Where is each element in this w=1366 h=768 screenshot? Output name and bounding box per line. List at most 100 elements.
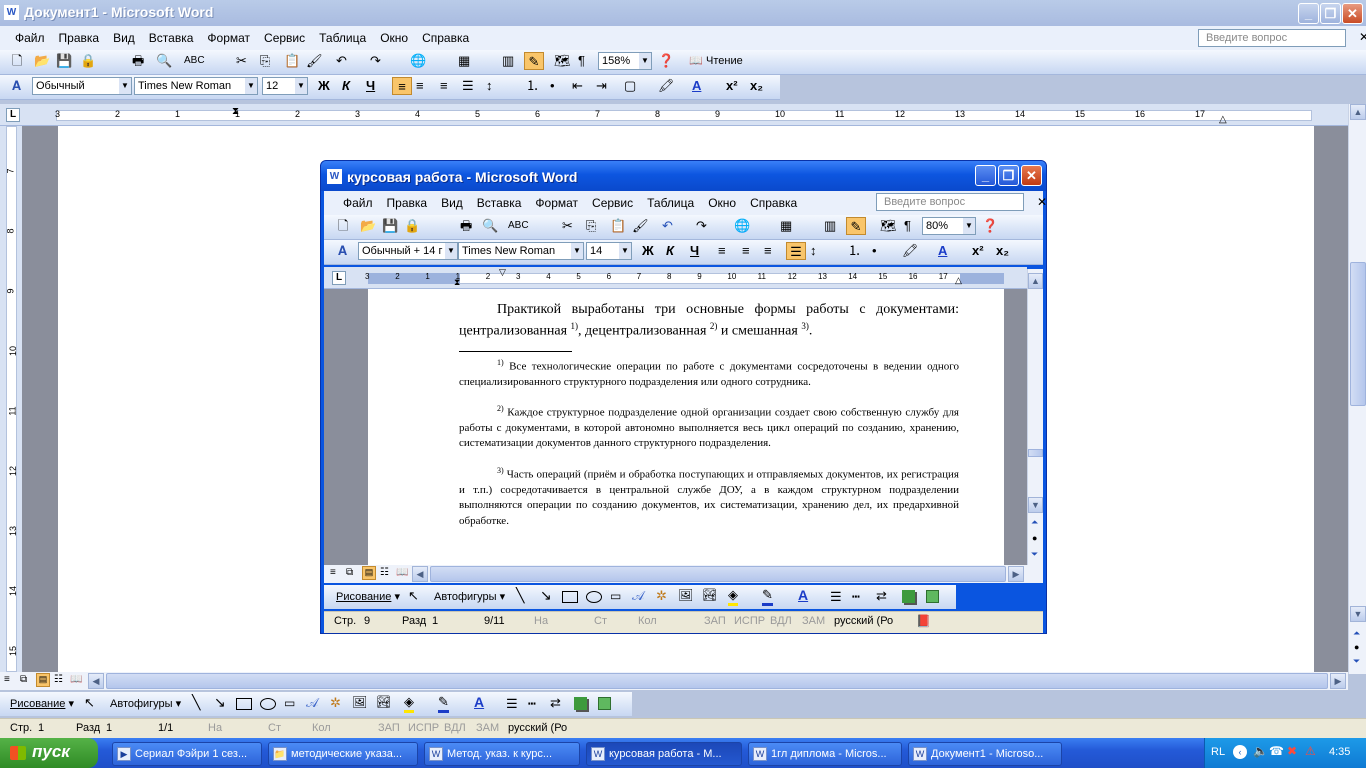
fg-paste-icon[interactable]: 📋: [610, 217, 626, 235]
fg-table-icon[interactable]: ▦: [780, 217, 792, 235]
menu-insert[interactable]: Вставка: [142, 31, 201, 45]
fg-bold-icon[interactable]: Ж: [642, 242, 654, 260]
fg-line-spacing-icon[interactable]: ↕: [810, 242, 817, 260]
oval-icon[interactable]: [260, 698, 276, 710]
bg-close-doc-icon[interactable]: ✕: [1352, 30, 1366, 44]
fg-zoom-select[interactable]: 80% ▼: [922, 217, 976, 235]
menu-help[interactable]: Справка: [415, 31, 476, 45]
undo-icon[interactable]: ↶: [336, 52, 347, 70]
fg-diagram-icon[interactable]: ✲: [656, 588, 667, 604]
task-serial[interactable]: ▶ Сериал Фэйри 1 сез...: [112, 742, 262, 766]
shadow-icon[interactable]: [574, 697, 587, 710]
outdent-icon[interactable]: ⇤: [572, 77, 583, 95]
fg-subscript-icon[interactable]: x₂: [996, 242, 1009, 260]
fg-scroll-down-icon[interactable]: ▼: [1028, 497, 1043, 513]
bullets-icon[interactable]: •: [550, 77, 555, 95]
fg-styles-pane-icon[interactable]: 𝐀: [338, 242, 347, 260]
fg-indent-marker[interactable]: ▽: [499, 267, 506, 278]
fg-line-color-icon[interactable]: ✎: [762, 587, 773, 606]
select-pointer-icon[interactable]: ↖: [84, 695, 95, 711]
normal-view-icon[interactable]: ≡: [4, 674, 10, 685]
menu-edit[interactable]: Правка: [52, 31, 107, 45]
fg-draw-font-color-icon[interactable]: A: [798, 587, 808, 603]
fg-right-indent-marker[interactable]: △: [955, 275, 962, 286]
fg-arrow-icon[interactable]: ↘: [540, 587, 552, 604]
wordart-icon[interactable]: 𝒜: [306, 695, 318, 711]
save-icon[interactable]: 💾: [56, 52, 72, 70]
line-style-icon[interactable]: ☰: [506, 696, 518, 712]
fg-open-icon[interactable]: 📂: [360, 217, 376, 235]
print-view-icon[interactable]: ▤: [36, 673, 50, 687]
task-diploma[interactable]: W 1гл диплома - Micros...: [748, 742, 902, 766]
fg-line-icon[interactable]: ╲: [516, 587, 524, 604]
fg-italic-icon[interactable]: К: [666, 242, 674, 260]
open-icon[interactable]: 📂: [34, 52, 50, 70]
indent-marker[interactable]: ⧗: [232, 106, 239, 117]
paste-icon[interactable]: 📋: [284, 52, 300, 70]
fg-help-icon[interactable]: ❓: [982, 217, 998, 235]
fg-font-color-icon[interactable]: A: [938, 242, 947, 260]
fg-spelling-icon[interactable]: ABC: [508, 217, 529, 235]
fg-size-select[interactable]: 14 ▼: [586, 242, 632, 260]
hyperlink-icon[interactable]: 🌐: [410, 52, 426, 70]
fg-shadow-icon[interactable]: [902, 590, 915, 603]
clipart-icon[interactable]: 🖼: [352, 695, 367, 709]
italic-icon[interactable]: К: [342, 77, 350, 95]
print-icon[interactable]: 🖶: [132, 52, 144, 70]
fg-draw-menu-button[interactable]: Рисование ▾: [336, 590, 400, 603]
spelling-status-icon[interactable]: 📕: [916, 614, 931, 628]
outline-view-icon[interactable]: ☷: [54, 674, 63, 685]
table-icon[interactable]: ▦: [458, 52, 470, 70]
fg-left-indent-marker[interactable]: ⧗: [454, 277, 460, 288]
fg-rectangle-icon[interactable]: [562, 591, 578, 603]
fg-menu-format[interactable]: Формат: [528, 196, 585, 210]
fg-select-pointer-icon[interactable]: ↖: [408, 588, 419, 604]
highlight-icon[interactable]: 🖍: [658, 77, 675, 95]
fg-maximize-button[interactable]: ❐: [998, 165, 1019, 186]
prev-page-icon[interactable]: ⏶: [1353, 628, 1360, 639]
align-right-icon[interactable]: ≡: [440, 77, 448, 95]
fg-copy-icon[interactable]: ⎘: [586, 217, 596, 235]
fg-next-page-icon[interactable]: ⏷: [1031, 549, 1038, 560]
superscript-icon[interactable]: x²: [726, 77, 738, 95]
footnote-ref-3[interactable]: 3): [801, 321, 809, 331]
fg-print-view-icon[interactable]: ▤: [362, 566, 376, 580]
textbox-icon[interactable]: ▭: [284, 696, 295, 710]
fg-highlight-icon[interactable]: 🖍: [902, 242, 919, 260]
drawing-icon[interactable]: ✎: [524, 52, 544, 70]
next-page-icon[interactable]: ⏷: [1353, 656, 1360, 667]
permission-icon[interactable]: 🔒: [80, 52, 96, 70]
fg-underline-icon[interactable]: Ч: [690, 242, 699, 260]
tray-network-icon[interactable]: ☎: [1269, 744, 1284, 758]
fg-undo-icon[interactable]: ↶: [662, 217, 673, 235]
scroll-thumb[interactable]: [1350, 262, 1366, 406]
numbering-icon[interactable]: ⒈: [526, 77, 539, 95]
fg-vertical-scrollbar[interactable]: ▲ ▼ ⏶ ● ⏷: [1027, 269, 1043, 565]
autoshapes-button[interactable]: Автофигуры ▾: [110, 697, 181, 710]
fg-menu-tools[interactable]: Сервис: [585, 196, 640, 210]
reading-view-icon[interactable]: 📖: [70, 674, 82, 685]
format-painter-icon[interactable]: 🖌: [306, 52, 323, 70]
borders-icon[interactable]: ▢: [624, 77, 636, 95]
rectangle-icon[interactable]: [236, 698, 252, 710]
doc-map-icon[interactable]: 🗺: [554, 52, 571, 70]
footnote-ref-1[interactable]: 1): [571, 321, 579, 331]
fg-doc-map-icon[interactable]: 🗺: [880, 217, 897, 235]
fg-ask-question-input[interactable]: Введите вопрос: [876, 193, 1024, 211]
line-color-icon[interactable]: ✎: [438, 694, 449, 713]
task-doc1[interactable]: W Документ1 - Microso...: [908, 742, 1062, 766]
fg-outline-view-icon[interactable]: ☷: [380, 567, 389, 578]
fg-close-doc-icon[interactable]: ✕: [1030, 195, 1054, 209]
redo-icon[interactable]: ↷: [370, 52, 381, 70]
styles-pane-icon[interactable]: 𝐀: [12, 77, 21, 95]
align-center-icon[interactable]: ≡: [416, 77, 424, 95]
preview-icon[interactable]: 🔍: [156, 52, 172, 70]
bg-style-select[interactable]: Обычный ▼: [32, 77, 132, 95]
fg-fill-color-icon[interactable]: ◈: [728, 587, 738, 606]
web-view-icon[interactable]: ⧉: [20, 674, 27, 685]
fg-h-scroll-thumb[interactable]: [430, 566, 1006, 582]
spelling-icon[interactable]: ABC: [184, 52, 205, 70]
fg-format-painter-icon[interactable]: 🖌: [632, 217, 649, 235]
fg-page[interactable]: Практикой выработаны три основные формы …: [368, 289, 1004, 565]
menu-window[interactable]: Окно: [373, 31, 415, 45]
